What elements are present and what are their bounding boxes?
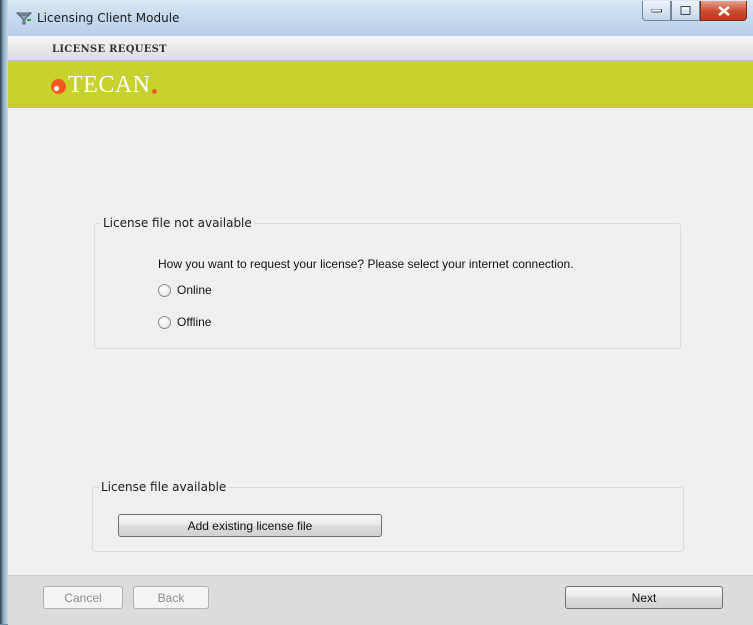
connection-question: How you want to request your license? Pl…: [158, 257, 574, 271]
desktop-background: [0, 0, 8, 624]
minimize-icon: [651, 8, 662, 12]
app-icon: [15, 11, 33, 25]
title-bar[interactable]: Licensing Client Module: [8, 0, 753, 37]
maximize-icon: [680, 5, 690, 15]
group-license-not-available: License file not available How you want …: [94, 216, 681, 349]
next-button[interactable]: Next: [565, 586, 723, 609]
cancel-button[interactable]: Cancel: [43, 586, 123, 609]
close-icon: [717, 5, 730, 16]
radio-circle-icon[interactable]: [158, 315, 171, 329]
back-button[interactable]: Back: [133, 586, 209, 609]
close-button[interactable]: [700, 1, 747, 21]
tecan-logo: TECAN: [51, 73, 157, 97]
logo-text: TECAN: [68, 72, 151, 98]
footer-bar: Cancel Back Next: [8, 575, 753, 625]
group-legend: License file not available: [101, 216, 254, 230]
radio-label[interactable]: Online: [177, 283, 212, 297]
brand-band: TECAN: [8, 61, 753, 108]
group-legend: License file available: [99, 480, 229, 494]
caption-buttons: [642, 1, 747, 21]
minimize-button[interactable]: [642, 1, 671, 21]
radio-circle-icon[interactable]: [158, 283, 171, 297]
licensing-window: Licensing Client Module LICENSE REQUEST …: [8, 0, 753, 625]
header-strip: LICENSE REQUEST: [8, 36, 753, 61]
logo-period-icon: [151, 89, 157, 94]
window-title: Licensing Client Module: [37, 11, 180, 25]
add-license-file-button[interactable]: Add existing license file: [118, 514, 382, 537]
radio-label[interactable]: Offline: [177, 315, 211, 329]
group-license-available: License file available Add existing lice…: [92, 480, 684, 552]
radio-offline[interactable]: Offline: [158, 315, 211, 329]
radio-online[interactable]: Online: [158, 283, 212, 297]
maximize-button[interactable]: [671, 1, 700, 21]
logo-dot-icon: [51, 79, 66, 94]
page-title: LICENSE REQUEST: [52, 44, 167, 55]
